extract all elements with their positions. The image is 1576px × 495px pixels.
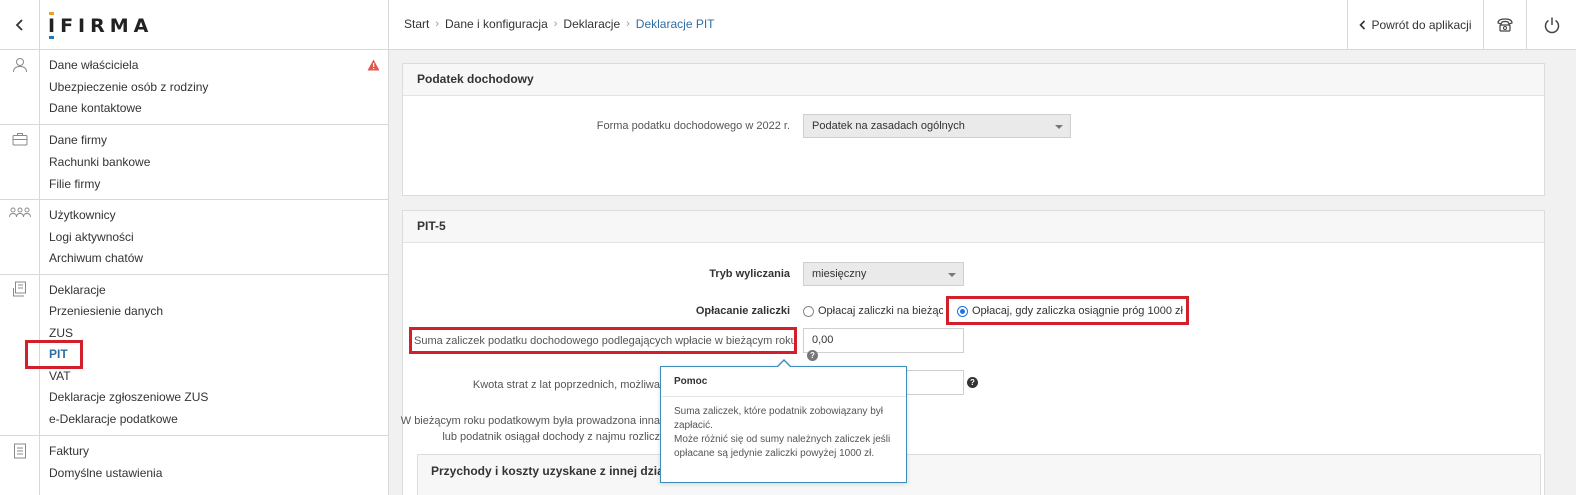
sidebar-item-bank-accounts[interactable]: Rachunki bankowe: [49, 155, 150, 169]
breadcrumb: Start › Dane i konfiguracja › Deklaracje…: [404, 17, 715, 31]
group-icon-users: [0, 206, 40, 218]
logo[interactable]: IFIRMA: [48, 15, 153, 37]
group-icon-invoices: [0, 443, 40, 459]
sum-value: 0,00: [812, 334, 834, 346]
sidebar-divider: [0, 435, 389, 436]
sidebar-item-activity-logs[interactable]: Logi aktywności: [49, 230, 134, 244]
sum-input[interactable]: 0,00: [803, 328, 964, 353]
tooltip-body: Suma zaliczek, które podatnik zobowiązan…: [661, 397, 906, 469]
top-bar: IFIRMA Start › Dane i konfiguracja › Dek…: [0, 0, 1576, 50]
collapse-sidebar-button[interactable]: [0, 0, 40, 50]
users-icon: [9, 207, 31, 218]
return-label: Powrót do aplikacji: [1371, 18, 1472, 32]
logo-area[interactable]: IFIRMA: [40, 0, 389, 50]
breadcrumb-separator-icon: ›: [435, 18, 440, 30]
tooltip-body-line-1: Suma zaliczek, które podatnik zobowiązan…: [674, 406, 883, 431]
breadcrumb-separator-icon: ›: [626, 18, 630, 30]
group-icon-declarations: [0, 281, 40, 297]
tooltip-title: Pomoc: [661, 367, 906, 397]
sidebar-item-declarations[interactable]: Deklaracje: [49, 283, 106, 297]
highlight-box-pit: [25, 340, 83, 369]
invoice-icon: [14, 443, 26, 459]
sidebar-divider: [0, 124, 389, 125]
losses-input[interactable]: [905, 370, 964, 395]
sidebar-divider: [0, 274, 389, 275]
warning-icon: [367, 59, 380, 71]
logout-button[interactable]: [1526, 0, 1576, 50]
breadcrumb-separator-icon: ›: [553, 18, 558, 30]
breadcrumb-start[interactable]: Start: [404, 17, 429, 31]
sidebar-item-vat[interactable]: VAT: [49, 369, 71, 383]
user-icon: [13, 58, 27, 73]
payment-option-current-label: Opłacaj zaliczki na bieżąco: [818, 305, 943, 317]
chevron-down-icon: [1055, 125, 1063, 129]
losses-label: Kwota strat z lat poprzednich, możliwa: [472, 379, 660, 391]
mode-label: Tryb wyliczania: [709, 268, 790, 280]
highlight-box-sum: [409, 327, 797, 354]
sidebar-item-owner-data[interactable]: Dane właściciela: [49, 58, 138, 72]
tax-form-value: Podatek na zasadach ogólnych: [812, 120, 965, 132]
chevron-left-icon: [15, 19, 23, 31]
group-icon-company: [0, 132, 40, 146]
breadcrumb-pit: Deklaracje PIT: [635, 17, 715, 31]
sidebar-icon-column: [0, 50, 40, 495]
other-activity-title: Przychody i koszty uzyskane z innej dzia…: [431, 464, 678, 478]
sidebar-menu: Dane właściciela Ubezpieczenie osób z ro…: [40, 50, 389, 495]
breadcrumb-config[interactable]: Dane i konfiguracja: [445, 17, 548, 31]
help-icon[interactable]: ?: [967, 377, 978, 388]
sidebar-item-zus-registration[interactable]: Deklaracje zgłoszeniowe ZUS: [49, 390, 208, 404]
chevron-left-icon: [1359, 20, 1366, 30]
sidebar-item-data-transfer[interactable]: Przeniesienie danych: [49, 304, 163, 318]
radio-unchecked-icon[interactable]: [803, 305, 814, 317]
payment-option-current[interactable]: Opłacaj zaliczki na bieżąco: [803, 305, 943, 317]
note-line-1: W bieżącym roku podatkowym była prowadzo…: [400, 415, 660, 427]
briefcase-icon: [12, 133, 28, 146]
note-line-1-wrap: W bieżącym roku podatkowym była prowadzo…: [400, 413, 660, 427]
chevron-down-icon: [948, 273, 956, 277]
mode-value: miesięczny: [812, 268, 867, 280]
other-activity-panel: Przychody i koszty uzyskane z innej dzia…: [417, 454, 1541, 495]
sidebar-item-contact-data[interactable]: Dane kontaktowe: [49, 101, 142, 115]
group-icon-owner: [0, 57, 40, 73]
return-to-app-button[interactable]: Powrót do aplikacji: [1347, 0, 1483, 50]
declarations-icon: [13, 281, 26, 297]
sidebar-item-users[interactable]: Użytkownicy: [49, 208, 116, 222]
sidebar-item-chat-archive[interactable]: Archiwum chatów: [49, 251, 143, 265]
tooltip-body-line-2: Może różnić się od sumy należnych zalicz…: [674, 434, 891, 459]
tax-form-label: Forma podatku dochodowego w 2022 r.: [596, 120, 790, 132]
sidebar-item-invoices[interactable]: Faktury: [49, 444, 89, 458]
sidebar-item-e-declarations[interactable]: e-Deklaracje podatkowe: [49, 412, 178, 426]
breadcrumb-declarations[interactable]: Deklaracje: [563, 17, 620, 31]
panel-title: PIT-5: [403, 211, 1544, 243]
payment-label: Opłacanie zaliczki: [695, 305, 790, 317]
sidebar-item-zus[interactable]: ZUS: [49, 326, 73, 340]
losses-label-wrap: Kwota strat z lat poprzednich, możliwa: [440, 377, 660, 391]
highlight-box-threshold: [946, 296, 1189, 325]
phone-icon: [1497, 18, 1513, 32]
sidebar-item-default-settings[interactable]: Domyślne ustawienia: [49, 466, 162, 480]
panel-title: Podatek dochodowy: [403, 64, 1544, 96]
note-line-2-wrap: lub podatnik osiągał dochody z najmu roz…: [400, 429, 660, 443]
tax-form-select[interactable]: Podatek na zasadach ogólnych: [803, 114, 1071, 138]
power-icon: [1544, 17, 1559, 34]
help-tooltip: Pomoc Suma zaliczek, które podatnik zobo…: [660, 359, 907, 483]
note-line-2: lub podatnik osiągał dochody z najmu roz…: [442, 431, 660, 443]
tooltip-arrow-inner: [777, 361, 791, 368]
sidebar-item-company-data[interactable]: Dane firmy: [49, 133, 107, 147]
sidebar-item-family-insurance[interactable]: Ubezpieczenie osób z rodziny: [49, 80, 208, 94]
sidebar-item-branches[interactable]: Filie firmy: [49, 177, 100, 191]
help-icon[interactable]: ?: [807, 350, 818, 361]
mode-select[interactable]: miesięczny: [803, 262, 964, 286]
sidebar-divider: [0, 199, 389, 200]
phone-button[interactable]: [1483, 0, 1526, 50]
